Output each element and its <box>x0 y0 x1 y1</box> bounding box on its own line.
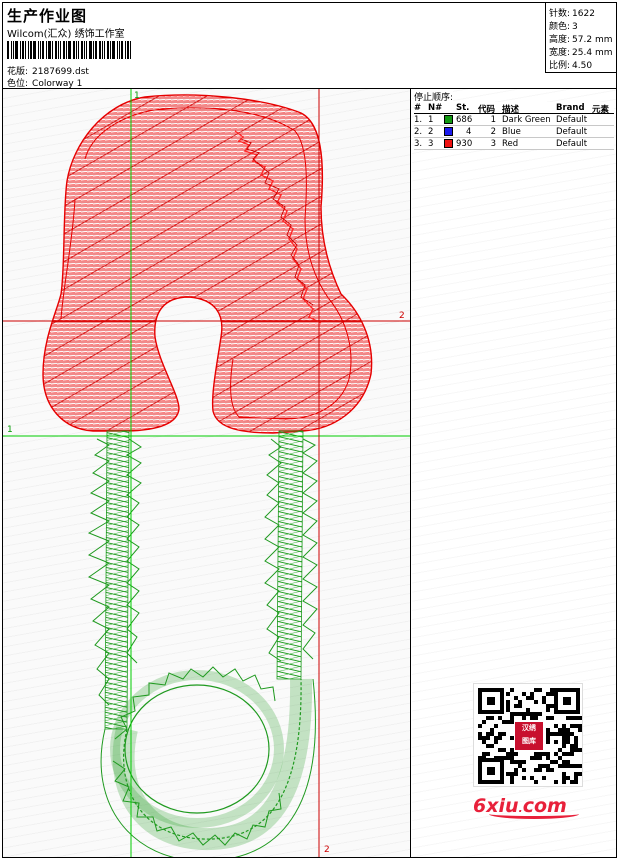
stat-width: 宽度: 25.4 mm <box>549 48 613 58</box>
table-header: # N# St. 代码 描述 Brand 元素 <box>414 102 614 115</box>
stop-sequence-table: # N# St. 代码 描述 Brand 元素 1. 1 686 1 Dark … <box>414 102 614 150</box>
table-row[interactable]: 1. 1 686 1 Dark Green Default <box>414 114 614 126</box>
color-swatch-red <box>444 139 453 148</box>
table-row[interactable]: 2. 2 4 2 Blue Default <box>414 126 614 138</box>
qr-logo-badge: 汉绣 图库 <box>515 722 543 750</box>
sheet-title: 生产作业图 <box>7 7 88 25</box>
embroidery-drawing <box>3 89 410 857</box>
stat-colors: 颜色: 3 <box>549 22 578 32</box>
pin-head-stitches <box>42 94 373 434</box>
pin-body-stitches <box>87 430 318 857</box>
colorway-line: 色位: Colorway 1 <box>7 76 82 89</box>
design-stats: 针数: 1622 颜色: 3 高度: 57.2 mm 宽度: 25.4 mm 比例: 4.… <box>545 3 616 73</box>
qr-code-icon: 汉绣 图库 <box>473 683 583 787</box>
watermark-swoosh <box>489 809 579 819</box>
stat-stitches: 针数: 1622 <box>549 9 595 19</box>
design-preview[interactable]: 1 1 2 2 <box>3 89 411 857</box>
colorway-value: Colorway 1 <box>32 79 83 89</box>
colorway-label: 色位: <box>7 79 29 89</box>
worksheet-header: 生产作业图 Wilcom(汇众) 绣饰工作室 花版: 2187699.dst 色位… <box>3 3 616 89</box>
barcode-icon <box>7 41 141 59</box>
company-name: Wilcom(汇众) 绣饰工作室 <box>7 29 125 40</box>
production-worksheet: 生产作业图 Wilcom(汇众) 绣饰工作室 花版: 2187699.dst 色位… <box>2 2 617 858</box>
color-swatch-dark-green <box>444 115 453 124</box>
ref-label-h1: 1 <box>7 425 13 435</box>
ref-label-h2: 2 <box>399 311 405 321</box>
table-row[interactable]: 3. 3 930 3 Red Default <box>414 138 614 150</box>
stat-scale: 比例: 4.50 <box>549 61 593 71</box>
stat-height: 高度: 57.2 mm <box>549 35 613 45</box>
ref-label-v1: 1 <box>134 91 140 101</box>
ref-label-v2: 2 <box>324 845 330 855</box>
color-swatch-blue <box>444 127 453 136</box>
